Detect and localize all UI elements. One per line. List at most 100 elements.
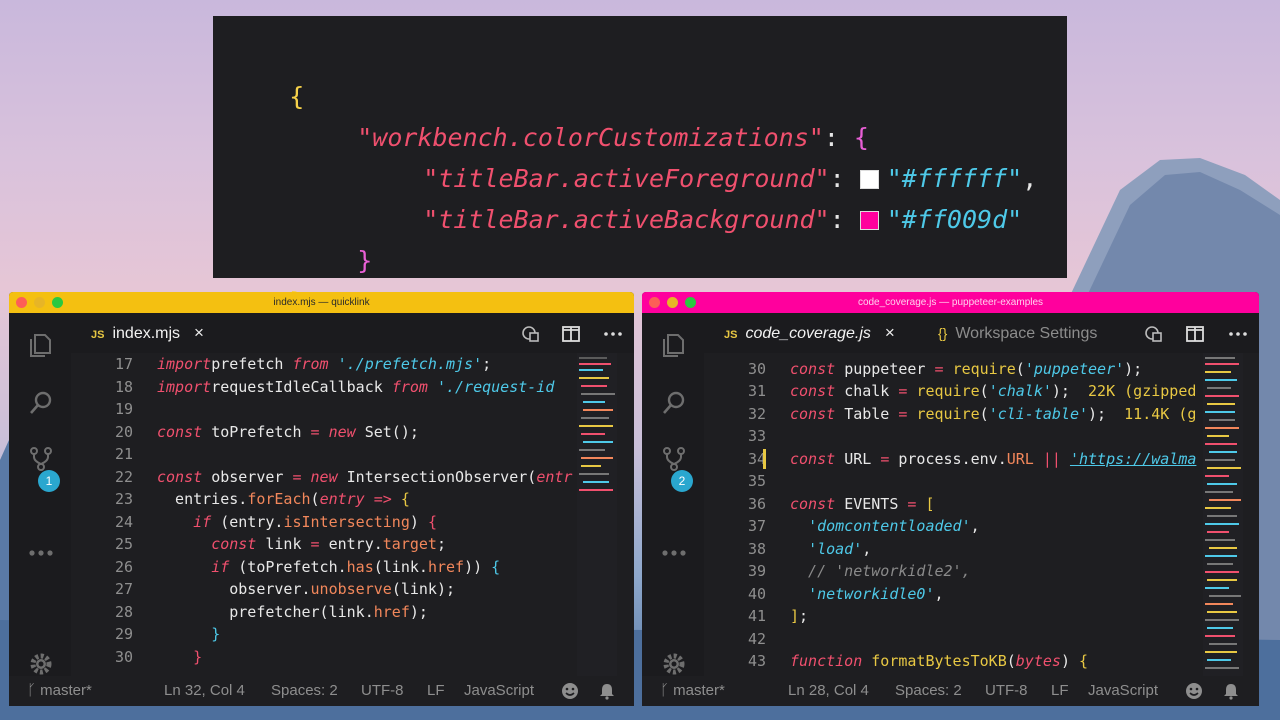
json-key-active-background: "titleBar.activeBackground" xyxy=(423,205,830,234)
notifications-bell-icon[interactable] xyxy=(1222,682,1240,700)
line-number: 23 xyxy=(114,490,133,508)
close-window-button[interactable] xyxy=(649,297,660,308)
settings-json-snippet: { "workbench.colorCustomizations": { "ti… xyxy=(213,16,1067,316)
tab-close-button[interactable]: × xyxy=(885,323,895,342)
open-changes-icon[interactable] xyxy=(1144,324,1164,344)
cursor-position[interactable]: Ln 28, Col 4 xyxy=(788,676,869,706)
notifications-bell-icon[interactable] xyxy=(598,682,616,700)
source-control-badge: 1 xyxy=(38,470,60,492)
language-mode[interactable]: JavaScript xyxy=(464,676,534,706)
line-number: 30 xyxy=(114,647,133,666)
modified-line-indicator xyxy=(763,448,766,469)
line-number: 20 xyxy=(114,422,133,441)
window-title: index.mjs — quicklink xyxy=(273,297,370,308)
minimap[interactable] xyxy=(577,353,617,676)
editor-window-quicklink: index.mjs — quicklink 1 JS index.mjs × 17 i… xyxy=(9,292,634,706)
feedback-smiley-icon[interactable] xyxy=(561,682,579,700)
window-titlebar[interactable]: code_coverage.js — puppeteer-examples xyxy=(642,292,1259,313)
line-number: 29 xyxy=(114,625,133,643)
line-number: 38 xyxy=(747,539,766,558)
settings-gear-icon[interactable] xyxy=(27,650,55,678)
line-number: 33 xyxy=(747,427,766,445)
code-text: if (toPrefetch.has(link.href)) { xyxy=(211,557,501,576)
line-number: 22 xyxy=(114,467,133,486)
branch-indicator[interactable]: ᚴ master* xyxy=(660,676,725,706)
minimize-window-button[interactable] xyxy=(34,297,45,308)
line-number: 31 xyxy=(747,382,766,400)
window-titlebar[interactable]: index.mjs — quicklink xyxy=(9,292,634,313)
code-text: } xyxy=(193,647,203,666)
code-text: observer.unobserve(link); xyxy=(157,580,456,598)
close-window-button[interactable] xyxy=(16,297,27,308)
tab-code-coverage-js[interactable]: JS code_coverage.js × xyxy=(724,313,895,353)
maximize-window-button[interactable] xyxy=(685,297,696,308)
source-control-icon[interactable] xyxy=(27,445,55,473)
settings-gear-icon[interactable] xyxy=(660,650,688,678)
code-text: function formatBytesToKB(bytes) { xyxy=(790,652,1089,670)
line-number: 32 xyxy=(747,404,766,423)
code-text: const toPrefetch = new Set(); xyxy=(157,422,419,441)
color-swatch-background[interactable] xyxy=(859,211,879,230)
javascript-file-icon: JS xyxy=(724,329,738,341)
line-number: 28 xyxy=(114,602,133,621)
encoding[interactable]: UTF-8 xyxy=(361,676,404,706)
tab-workspace-settings[interactable]: {} Workspace Settings xyxy=(938,313,1097,353)
json-inner-close-brace: } xyxy=(357,246,373,275)
line-number: 21 xyxy=(114,445,133,463)
line-number: 39 xyxy=(747,562,766,580)
tab-label: code_coverage.js xyxy=(745,325,871,342)
more-options-icon[interactable] xyxy=(603,324,623,344)
window-title: code_coverage.js — puppeteer-examples xyxy=(857,297,1044,308)
open-changes-icon[interactable] xyxy=(521,324,541,344)
tab-index-mjs[interactable]: JS index.mjs × xyxy=(91,313,204,353)
explorer-files-icon[interactable] xyxy=(660,331,688,359)
source-control-icon[interactable] xyxy=(660,445,688,473)
json-inner-open-brace: { xyxy=(853,123,869,152)
feedback-smiley-icon[interactable] xyxy=(1185,682,1203,700)
json-open-brace: { xyxy=(289,82,305,111)
line-number: 24 xyxy=(114,512,133,531)
activity-bar: 1 xyxy=(9,313,71,706)
encoding[interactable]: UTF-8 xyxy=(985,676,1028,706)
explorer-files-icon[interactable] xyxy=(27,331,55,359)
split-editor-icon[interactable] xyxy=(561,324,581,344)
json-colon: : xyxy=(823,123,854,152)
minimap[interactable] xyxy=(1203,353,1243,676)
indentation[interactable]: Spaces: 2 xyxy=(895,676,962,706)
branch-indicator[interactable]: ᚴ master* xyxy=(27,676,92,706)
more-actions-icon[interactable] xyxy=(27,539,55,567)
more-actions-icon[interactable] xyxy=(660,539,688,567)
code-text: const URL = process.env.URL || 'https://… xyxy=(790,449,1197,468)
code-editor[interactable]: 17 importprefetch from './prefetch.mjs'; 1… xyxy=(71,353,634,676)
line-ending[interactable]: LF xyxy=(427,676,445,706)
json-key-color-customizations: "workbench.colorCustomizations" xyxy=(357,123,824,152)
source-control-badge: 2 xyxy=(671,470,693,492)
minimize-window-button[interactable] xyxy=(667,297,678,308)
color-swatch-foreground[interactable] xyxy=(859,170,879,189)
json-comma: , xyxy=(1022,164,1038,193)
cursor-position[interactable]: Ln 32, Col 4 xyxy=(164,676,245,706)
code-text: if (entry.isIntersecting) { xyxy=(193,512,437,531)
code-text: 'networkidle0', xyxy=(808,584,944,603)
split-editor-icon[interactable] xyxy=(1185,324,1205,344)
maximize-window-button[interactable] xyxy=(52,297,63,308)
search-icon[interactable] xyxy=(660,389,688,417)
json-colon: : xyxy=(829,164,860,193)
tab-close-button[interactable]: × xyxy=(194,323,204,342)
line-number: 43 xyxy=(747,652,766,670)
tab-label: index.mjs xyxy=(112,325,181,342)
code-text: ]; xyxy=(790,607,809,625)
language-mode[interactable]: JavaScript xyxy=(1088,676,1158,706)
code-text: prefetcher(link.href); xyxy=(157,602,428,621)
editor-window-puppeteer-examples: code_coverage.js — puppeteer-examples 2 … xyxy=(642,292,1259,706)
code-text: const EVENTS = [ xyxy=(790,494,935,513)
line-number: 17 xyxy=(114,355,133,373)
line-ending[interactable]: LF xyxy=(1051,676,1069,706)
tab-label: Workspace Settings xyxy=(955,325,1098,342)
more-options-icon[interactable] xyxy=(1228,324,1248,344)
code-text: entries.forEach(entry => { xyxy=(157,490,410,508)
code-editor[interactable]: 2930const puppeteer = require('puppeteer… xyxy=(704,353,1259,676)
indentation[interactable]: Spaces: 2 xyxy=(271,676,338,706)
search-icon[interactable] xyxy=(27,389,55,417)
line-number: 25 xyxy=(114,535,133,553)
